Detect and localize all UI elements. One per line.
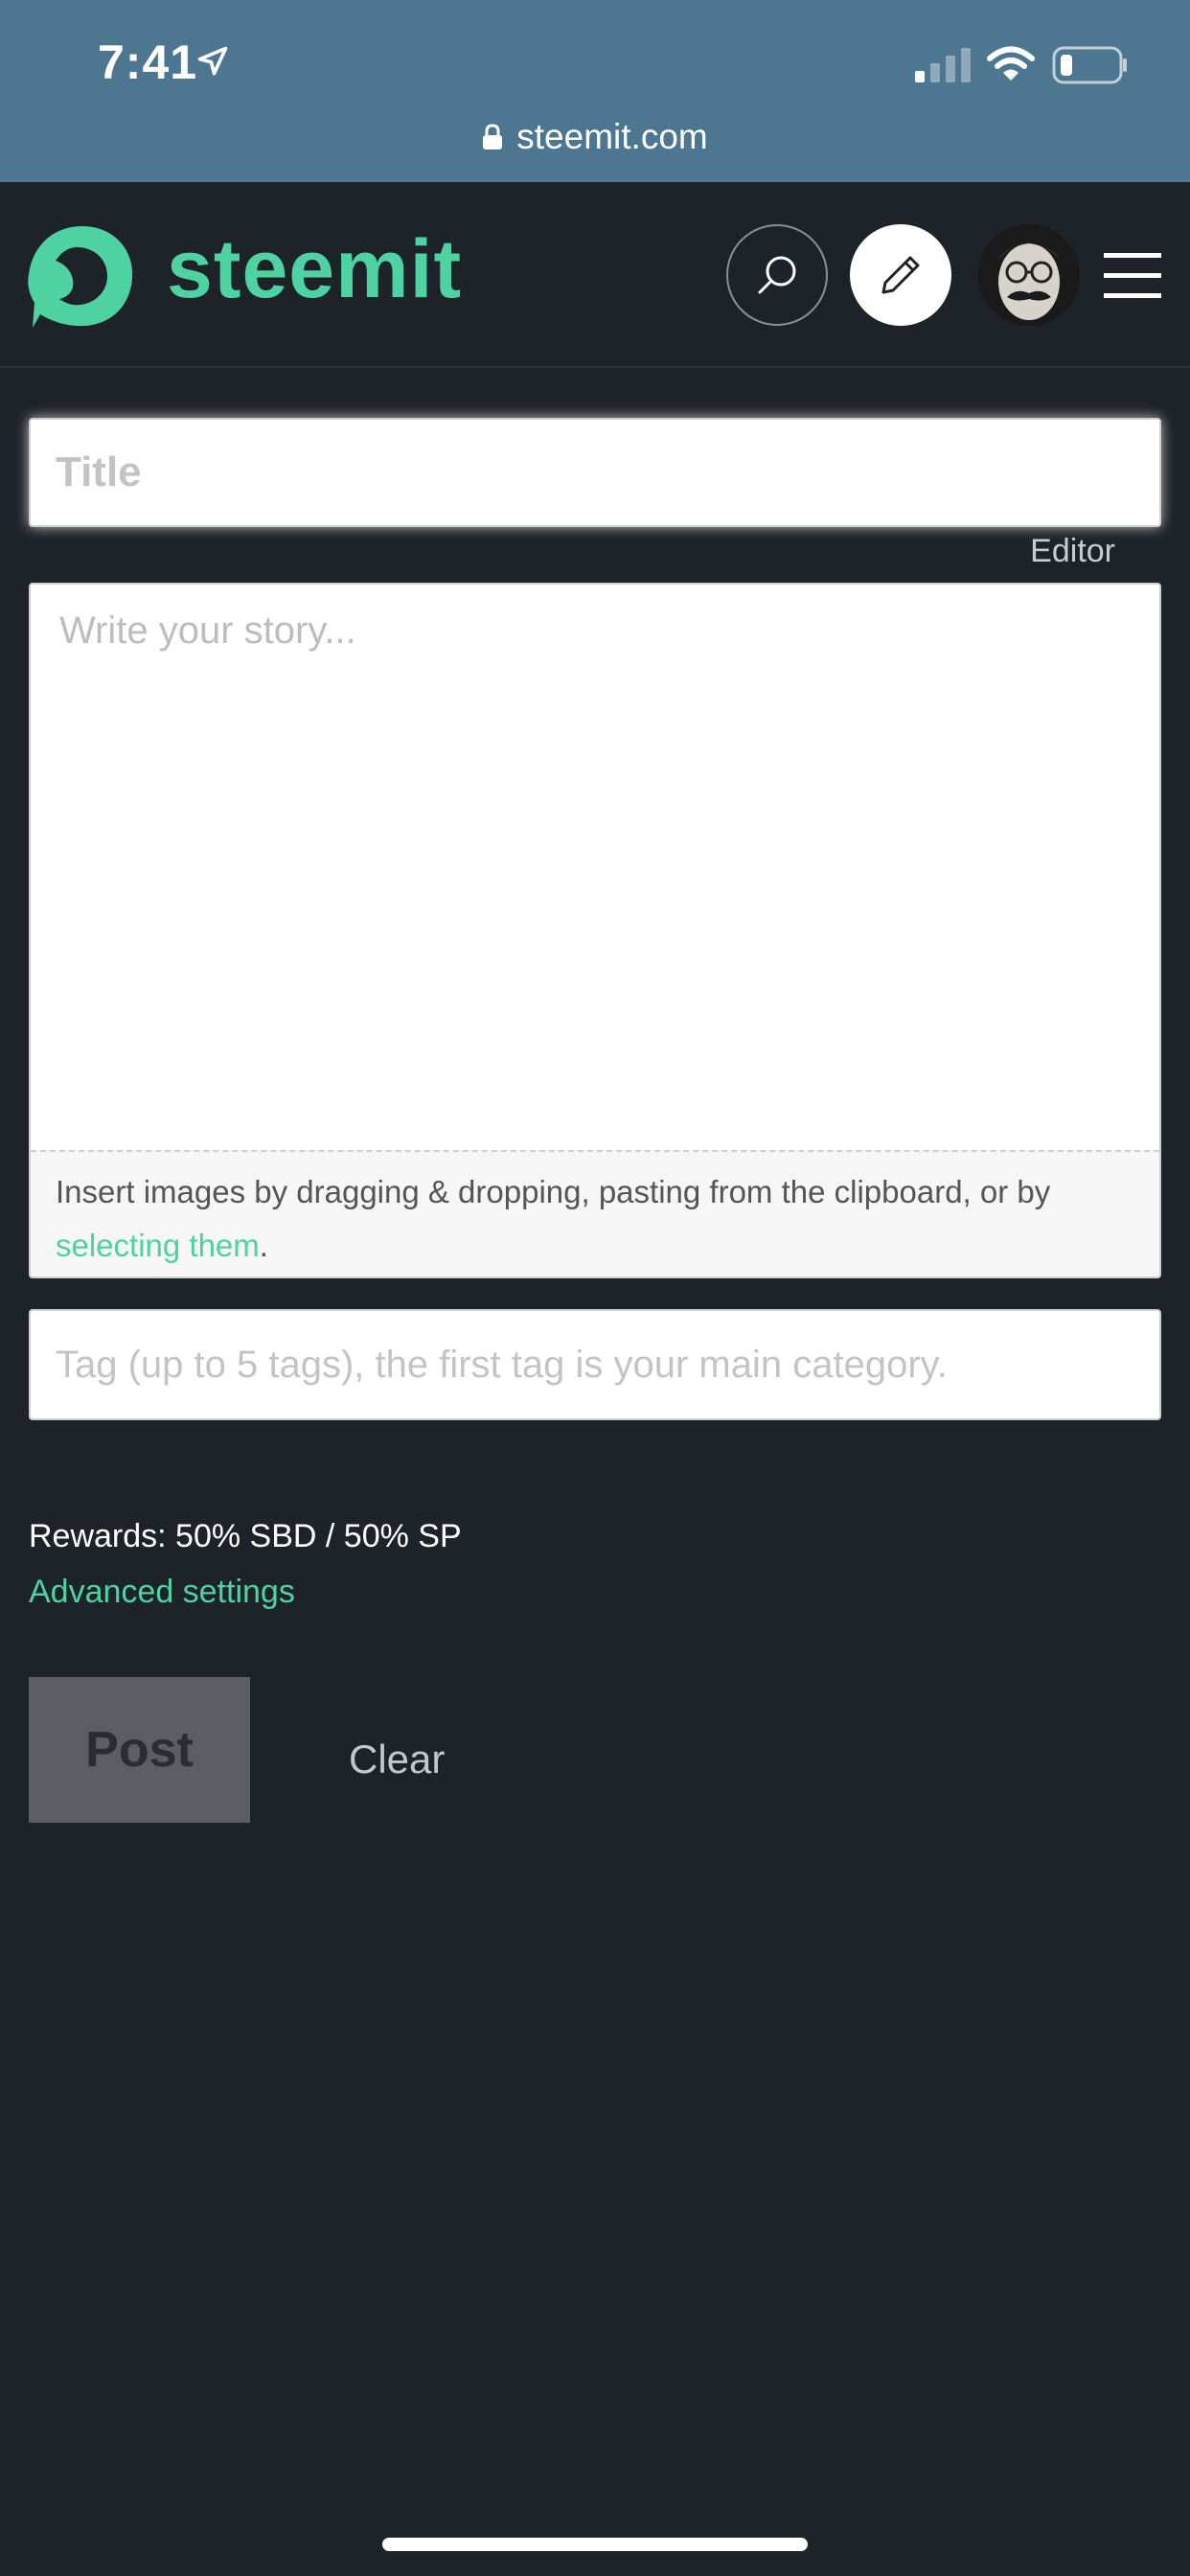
search-button[interactable] (726, 224, 828, 326)
lock-icon (483, 124, 503, 150)
wifi-icon (987, 46, 1035, 80)
pencil-icon (881, 256, 920, 294)
new-post-button[interactable] (850, 224, 951, 326)
post-button[interactable]: Post (29, 1677, 250, 1823)
url-text: steemit.com (516, 117, 708, 156)
tags-input[interactable] (29, 1309, 1161, 1420)
url-bar[interactable]: steemit.com (0, 113, 1190, 161)
site-header: steemit (0, 182, 1190, 368)
advanced-settings-link[interactable]: Advanced settings (29, 1574, 295, 1611)
story-editor: Insert images by dragging & dropping, pa… (29, 583, 1161, 1278)
clear-button[interactable]: Clear (349, 1736, 445, 1782)
home-indicator[interactable] (382, 2538, 808, 2551)
user-avatar[interactable] (978, 224, 1080, 326)
browser-top-bar: 7:41 steemit.com (0, 0, 1190, 182)
steemit-logo-icon[interactable] (27, 220, 138, 332)
story-textarea[interactable] (31, 585, 1159, 1150)
hamburger-menu-icon[interactable] (1102, 249, 1163, 303)
battery-icon (1052, 46, 1127, 84)
title-input[interactable] (29, 418, 1161, 527)
dropzone-suffix: . (259, 1228, 268, 1263)
cellular-signal-icon (915, 48, 971, 82)
avatar-image (978, 224, 1080, 326)
editor-toggle[interactable]: Editor (1030, 533, 1115, 570)
select-images-link[interactable]: selecting them (56, 1228, 260, 1263)
rewards-text: Rewards: 50% SBD / 50% SP (29, 1518, 462, 1554)
location-arrow-icon (197, 46, 228, 76)
status-time: 7:41 (98, 35, 198, 89)
steemit-logo-text[interactable]: steemit (167, 222, 462, 317)
search-icon (758, 256, 796, 294)
image-dropzone[interactable]: Insert images by dragging & dropping, pa… (31, 1150, 1159, 1276)
dropzone-text: Insert images by dragging & dropping, pa… (56, 1174, 1051, 1209)
